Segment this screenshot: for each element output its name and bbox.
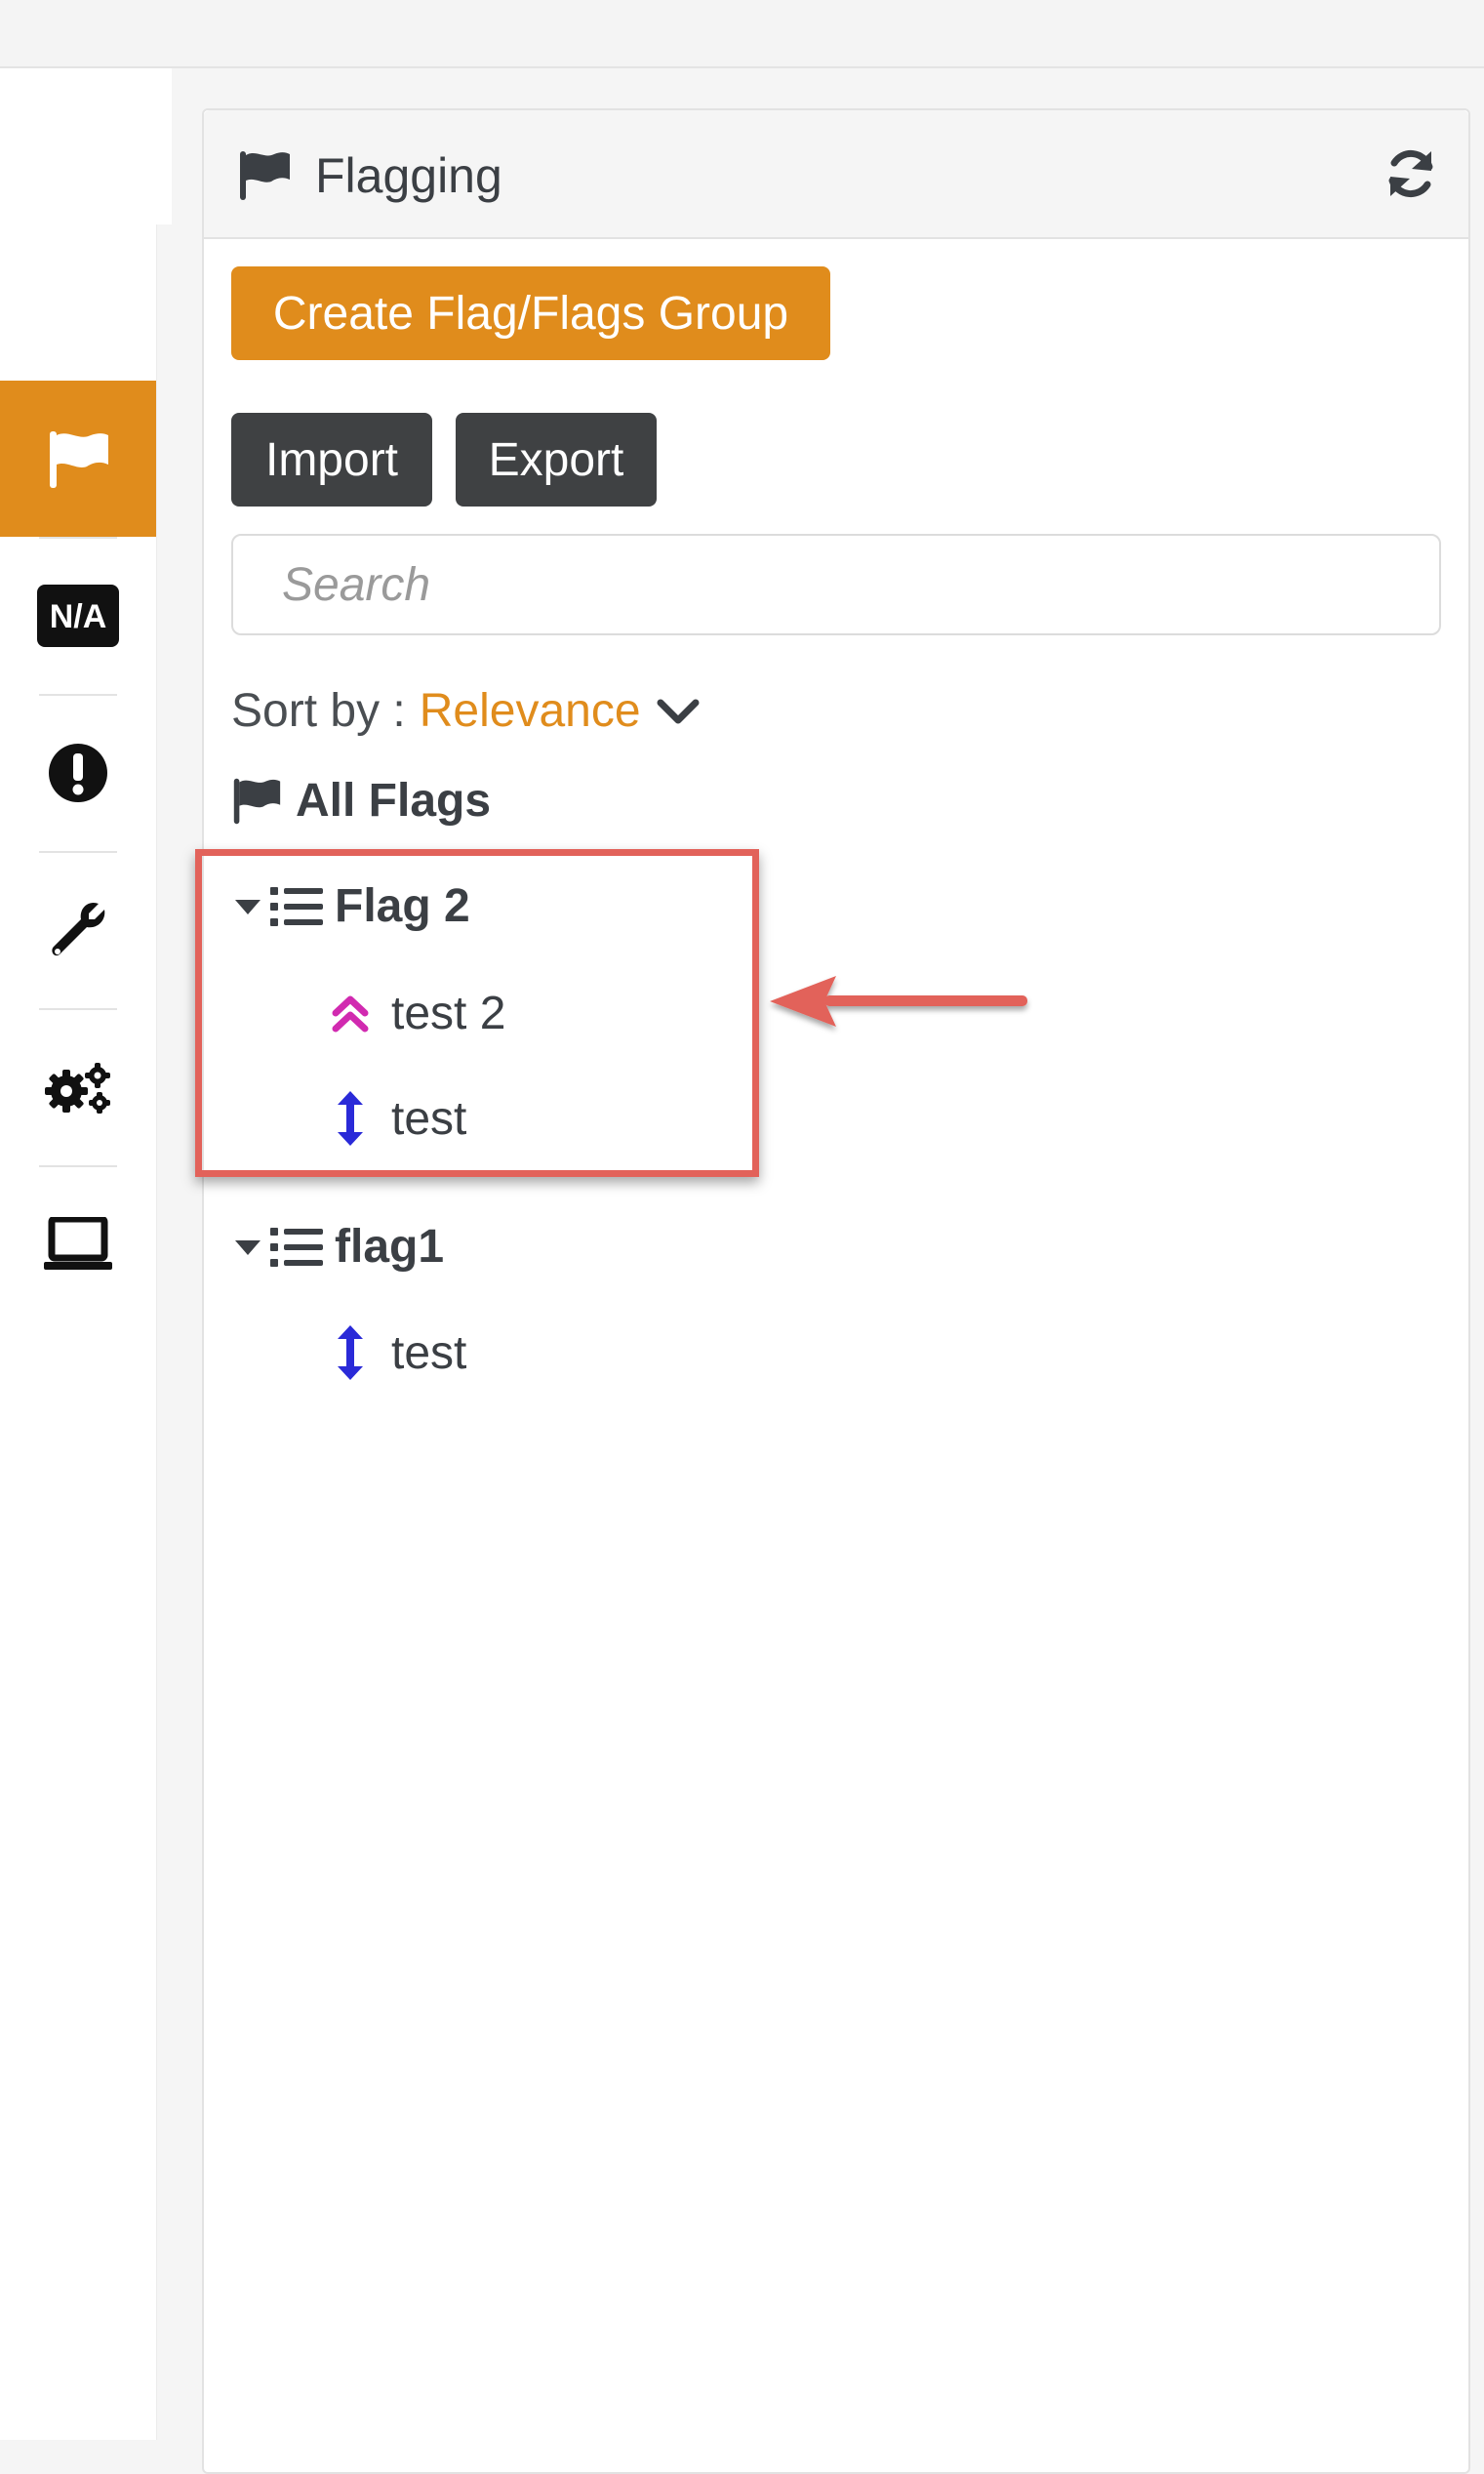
search-input[interactable] (231, 534, 1441, 635)
refresh-icon[interactable] (1383, 145, 1439, 202)
annotation-arrow-icon (770, 976, 1027, 1027)
flag-item[interactable]: test (331, 1325, 466, 1380)
import-button[interactable]: Import (231, 413, 432, 507)
sidebar-item-display[interactable] (0, 1166, 156, 1322)
all-flags-item[interactable]: All Flags (231, 774, 491, 828)
sort-label: Sort by : (231, 685, 406, 737)
flag-group-flag1[interactable]: flag1 (233, 1220, 444, 1274)
flag-icon (233, 778, 281, 824)
sidebar: N/A (0, 224, 157, 2440)
sidebar-item-flagging[interactable] (0, 381, 156, 537)
export-button[interactable]: Export (456, 413, 657, 507)
caret-down-icon[interactable] (233, 1237, 262, 1257)
flagging-panel: Flagging Create Flag/Flags Group Import … (202, 108, 1470, 2474)
svg-text:N/A: N/A (50, 598, 107, 635)
top-bar (0, 0, 1484, 68)
sidebar-item-settings[interactable] (0, 1009, 156, 1165)
sidebar-item-alerts[interactable] (0, 695, 156, 851)
sidebar-item-tools[interactable] (0, 852, 156, 1008)
all-flags-label: All Flags (296, 775, 492, 827)
list-icon (270, 1227, 323, 1267)
create-flag-group-button[interactable]: Create Flag/Flags Group (231, 266, 830, 360)
na-icon: N/A (37, 585, 119, 647)
chevron-down-icon[interactable] (657, 697, 700, 726)
panel-header: Flagging (204, 110, 1468, 239)
exclamation-icon (49, 744, 107, 802)
vertical-arrows-icon (338, 1325, 363, 1380)
flag-icon (240, 151, 290, 200)
flag-icon (50, 431, 108, 488)
flag-group-label: flag1 (335, 1221, 445, 1273)
sidebar-item-na[interactable]: N/A (0, 538, 156, 694)
panel-title: Flagging (315, 148, 502, 203)
laptop-icon (44, 1217, 112, 1270)
sort-control[interactable]: Sort by : Relevance (231, 684, 700, 738)
highlight-box (195, 849, 759, 1177)
left-blank-area (0, 68, 172, 224)
sort-value[interactable]: Relevance (420, 684, 641, 738)
gears-icon (45, 1063, 110, 1114)
wrench-icon (52, 902, 105, 956)
flag-item-label: test (391, 1326, 467, 1379)
